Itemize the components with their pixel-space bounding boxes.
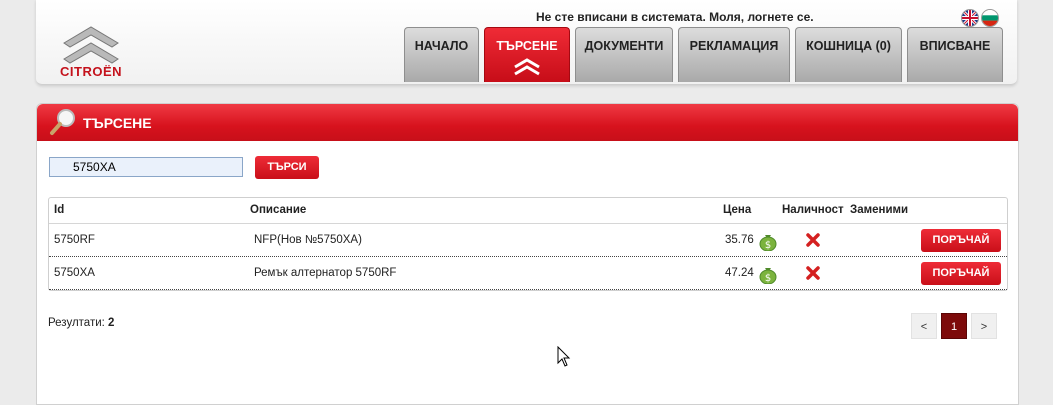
search-panel-header: ТЪРСЕНЕ xyxy=(37,104,1018,141)
tab-documents[interactable]: ДОКУМЕНТИ xyxy=(575,27,673,82)
row-price: 35.76 xyxy=(725,234,754,246)
row-description: Ремък алтернатор 5750RF xyxy=(254,267,397,279)
main-nav: НАЧАЛО ТЪРСЕНЕ ДОКУМЕНТИ РЕКЛАМАЦИЯ КОШН… xyxy=(404,27,1003,84)
money-bag-icon: $ xyxy=(759,235,777,251)
header-replacements: Заменими xyxy=(850,204,909,216)
money-bag-icon: $ xyxy=(759,268,777,284)
row-id: 5750RF xyxy=(54,234,95,246)
site-header: CITROËN Не сте вписани в системата. Моля… xyxy=(36,0,1017,85)
tab-search[interactable]: ТЪРСЕНЕ xyxy=(484,27,570,82)
prev-page-button[interactable]: < xyxy=(911,313,937,339)
chevron-up-icon xyxy=(514,58,540,76)
login-message: Не сте вписани в системата. Моля, логнет… xyxy=(536,10,814,24)
tab-login[interactable]: ВПИСВАНЕ xyxy=(907,27,1003,82)
header-availability: Наличност xyxy=(782,204,844,216)
table-header: Id Описание Цена Наличност Заменими xyxy=(49,198,1007,224)
search-panel: ТЪРСЕНЕ ТЪРСИ Id Описание Цена Наличност… xyxy=(36,103,1019,405)
tab-search-label: ТЪРСЕНЕ xyxy=(496,39,558,53)
row-description: NFP(Нов №5750XA) xyxy=(254,234,362,246)
row-price: 47.24 xyxy=(725,267,754,279)
header-price: Цена xyxy=(723,204,752,216)
unavailable-x-icon xyxy=(806,266,820,280)
tab-cart[interactable]: КОШНИЦА (0) xyxy=(795,27,902,82)
table-row: 5750RF NFP(Нов №5750XA) 35.76 $ ПОРЪЧАЙ xyxy=(49,224,1007,257)
magnifier-icon xyxy=(50,109,75,135)
bg-flag-icon[interactable] xyxy=(981,9,999,27)
order-button[interactable]: ПОРЪЧАЙ xyxy=(921,229,1001,252)
search-input[interactable] xyxy=(49,157,243,177)
results-label: Резултати: xyxy=(48,317,105,329)
table-row: 5750XA Ремък алтернатор 5750RF 47.24 $ П… xyxy=(49,257,1007,290)
next-page-button[interactable]: > xyxy=(971,313,997,339)
tab-home[interactable]: НАЧАЛО xyxy=(404,27,479,82)
results-table: Id Описание Цена Наличност Заменими 5750… xyxy=(48,197,1008,291)
results-count: Резултати: 2 xyxy=(48,317,114,329)
order-button[interactable]: ПОРЪЧАЙ xyxy=(921,262,1001,285)
panel-title: ТЪРСЕНЕ xyxy=(83,115,152,131)
brand-name: CITROËN xyxy=(60,64,122,79)
uk-flag-icon[interactable] xyxy=(961,9,979,27)
row-id: 5750XA xyxy=(54,267,95,279)
search-button[interactable]: ТЪРСИ xyxy=(255,156,319,179)
header-id: Id xyxy=(54,204,65,216)
svg-text:$: $ xyxy=(765,273,771,284)
pagination: < 1 > xyxy=(911,313,997,339)
mouse-cursor-icon xyxy=(557,346,571,367)
results-number: 2 xyxy=(108,317,115,329)
svg-text:$: $ xyxy=(765,240,771,251)
tab-complaint[interactable]: РЕКЛАМАЦИЯ xyxy=(678,27,790,82)
unavailable-x-icon xyxy=(806,233,820,247)
page-1-button[interactable]: 1 xyxy=(941,313,967,339)
header-description: Описание xyxy=(250,204,307,216)
